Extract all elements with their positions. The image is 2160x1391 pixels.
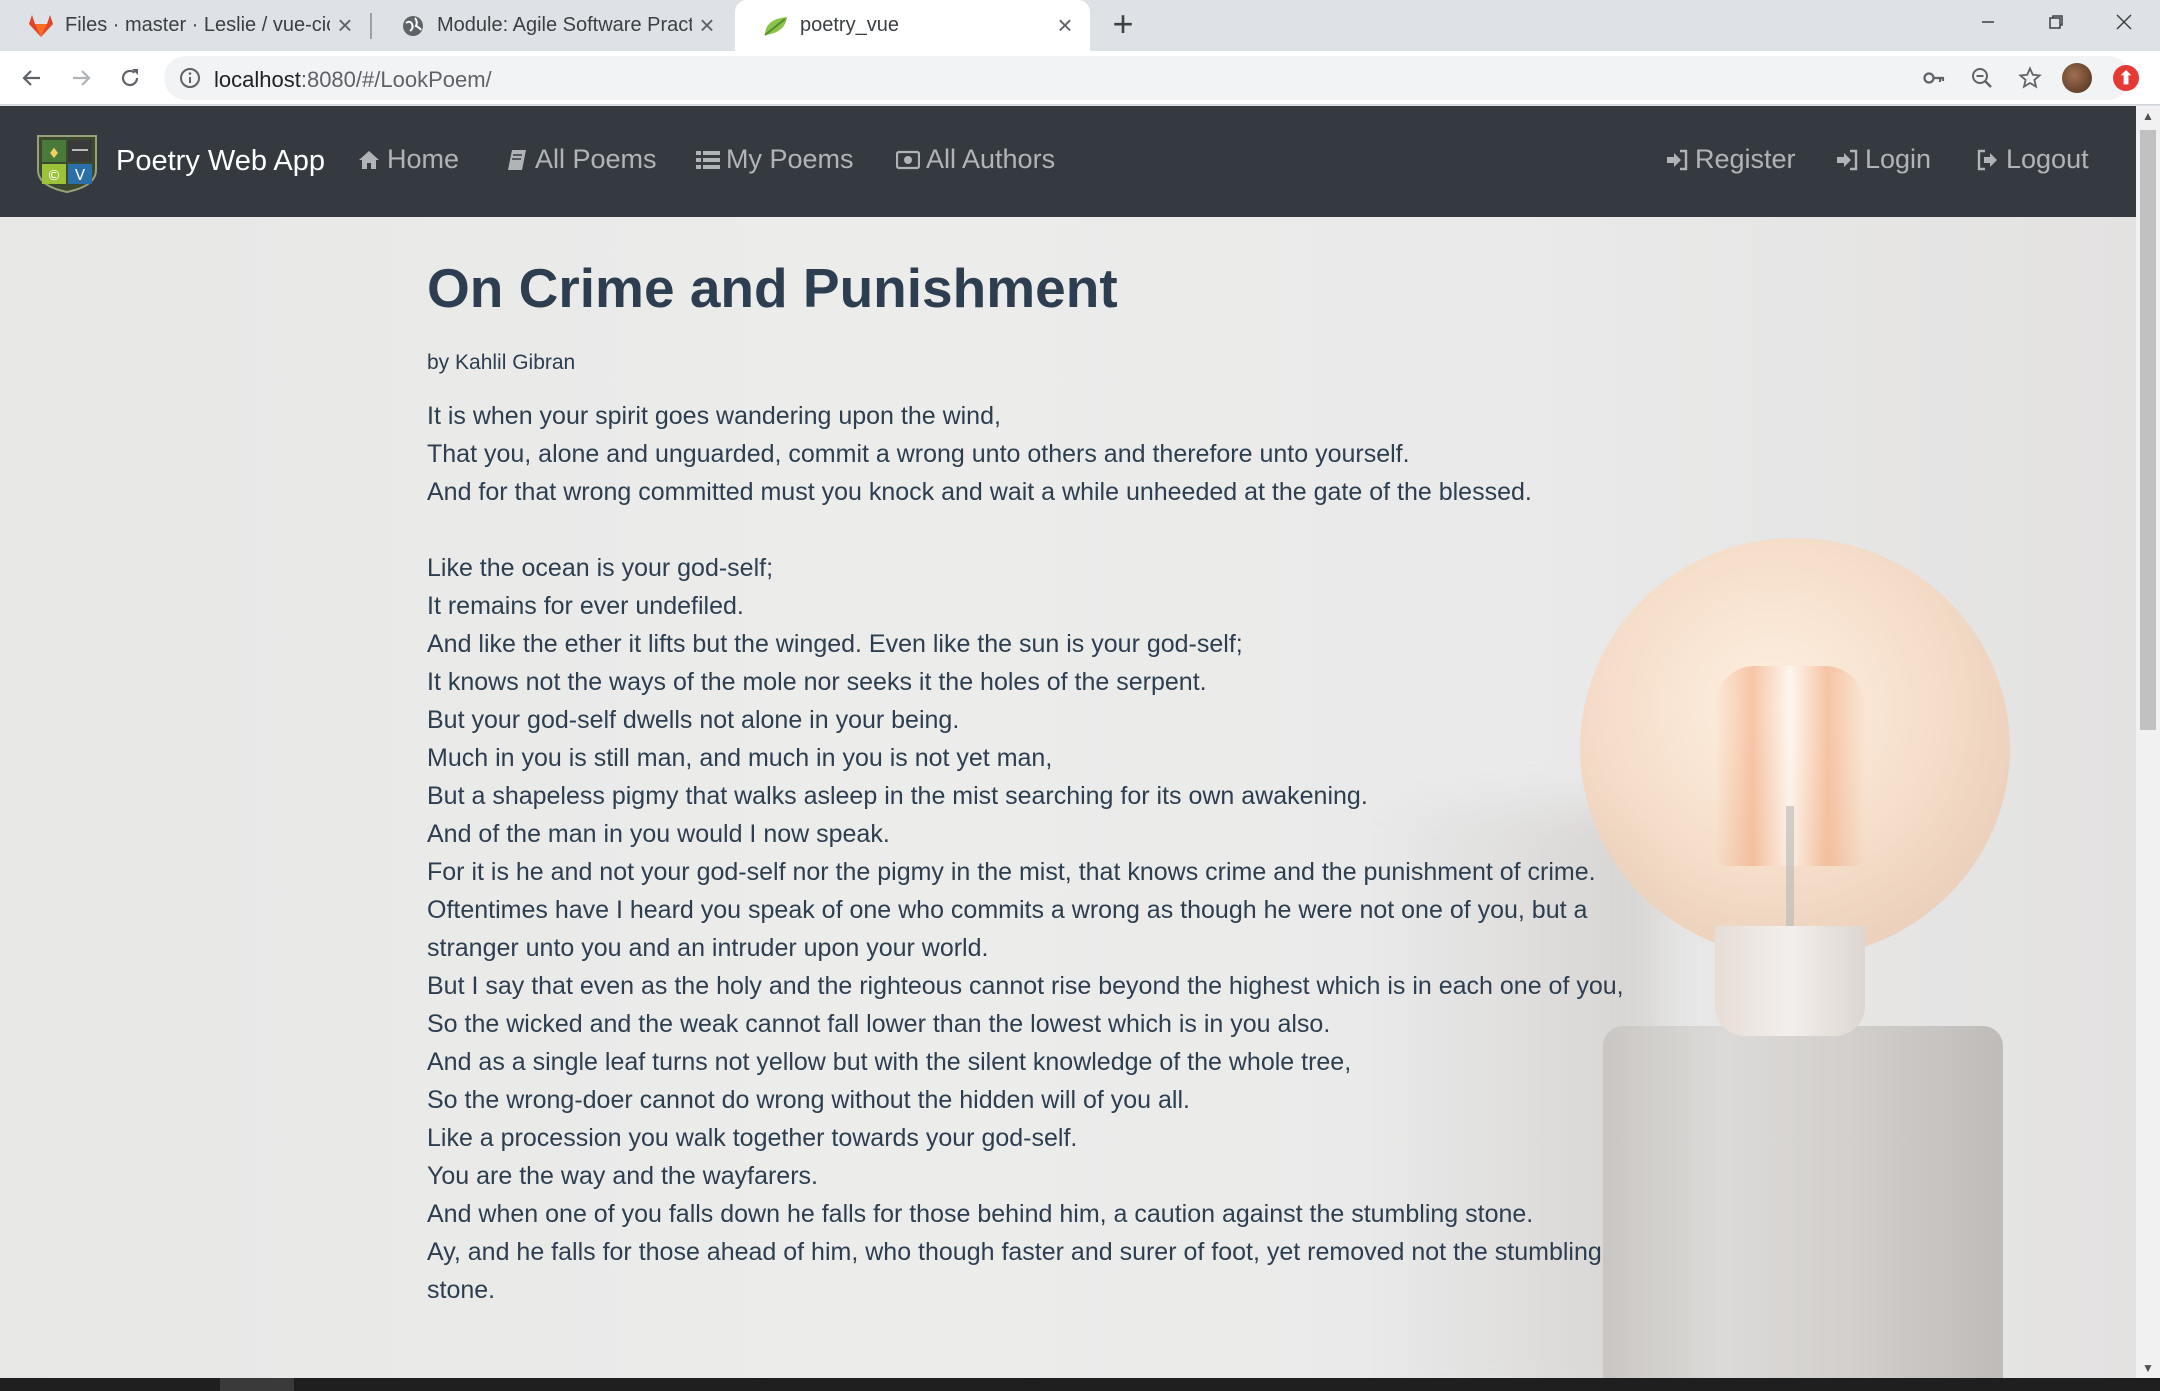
top-navbar: ♦ © V Poetry Web App Home All Poems My P…	[0, 106, 2136, 217]
scroll-up-icon[interactable]: ▲	[2136, 106, 2160, 126]
nav-link-register[interactable]: Register	[1665, 144, 1796, 175]
close-icon[interactable]: ×	[1050, 10, 1080, 41]
tab-title: poetry_vue	[800, 14, 899, 36]
browser-tab-module[interactable]: Module: Agile Software Practice ×	[372, 0, 732, 51]
tab-title: Module: Agile Software Practice	[437, 14, 692, 36]
poem-line: stone.	[427, 1276, 496, 1304]
back-icon[interactable]	[14, 60, 50, 96]
poem-line: But I say that even as the holy and the …	[427, 972, 1624, 1000]
poem-author: by Kahlil Gibran	[427, 351, 576, 374]
browser-tab-strip: Files · master · Leslie / vue-cicd × Mod…	[0, 0, 2160, 51]
nav-link-all-poems[interactable]: All Poems	[505, 144, 657, 175]
nav-link-label: My Poems	[726, 144, 854, 174]
nav-link-label: Login	[1865, 144, 1932, 174]
scrollbar-thumb[interactable]	[2140, 130, 2156, 730]
poem-line: stranger unto you and an intruder upon y…	[427, 934, 989, 962]
os-taskbar	[0, 1378, 2160, 1391]
poem-line: It is when your spirit goes wandering up…	[427, 402, 1001, 430]
svg-text:©: ©	[47, 168, 61, 184]
info-icon[interactable]	[178, 66, 202, 90]
nav-link-label: Home	[387, 144, 460, 174]
sign-in-icon	[1835, 148, 1859, 172]
window-close-icon[interactable]	[2090, 0, 2158, 44]
stanza-break	[427, 511, 1727, 549]
nav-link-login[interactable]: Login	[1835, 144, 1931, 175]
nav-link-my-poems[interactable]: My Poems	[696, 144, 854, 175]
profile-avatar[interactable]	[2062, 63, 2092, 93]
sign-out-icon	[1976, 148, 2000, 172]
nav-link-logout[interactable]: Logout	[1976, 144, 2089, 175]
poem-line: It remains for ever undefiled.	[427, 592, 744, 620]
nav-link-label: Logout	[2006, 144, 2089, 174]
poem-line: And of the man in you would I now speak.	[427, 820, 890, 848]
restore-icon[interactable]	[2022, 0, 2090, 44]
home-icon	[357, 148, 381, 172]
address-bar[interactable]: localhost:8080/#/LookPoem/	[164, 56, 2130, 100]
brand-logo[interactable]: ♦ © V	[34, 132, 100, 194]
tab-title: Files · master · Leslie / vue-cicd	[65, 14, 330, 36]
browser-tab-poetry[interactable]: poetry_vue ×	[735, 0, 1090, 51]
nav-link-home[interactable]: Home	[357, 144, 459, 175]
poem-line: That you, alone and unguarded, commit a …	[427, 440, 1410, 468]
page-scrollbar[interactable]: ▲ ▼	[2136, 106, 2160, 1378]
poem-line: And like the ether it lifts but the wing…	[427, 630, 1243, 658]
extension-icon[interactable]: ⬆	[2113, 65, 2139, 91]
nav-link-label: Register	[1695, 144, 1796, 174]
poem-line: But a shapeless pigmy that walks asleep …	[427, 782, 1368, 810]
poem-line: And as a single leaf turns not yellow bu…	[427, 1048, 1352, 1076]
zoom-icon[interactable]	[1970, 66, 1994, 90]
brand-name[interactable]: Poetry Web App	[116, 145, 325, 178]
id-card-icon	[896, 148, 920, 172]
list-icon	[696, 148, 720, 172]
minimize-icon[interactable]	[1954, 0, 2022, 44]
taskbar-app[interactable]	[220, 1378, 294, 1391]
nav-link-all-authors[interactable]: All Authors	[896, 144, 1055, 175]
url-path: :8080/#/LookPoem/	[300, 67, 492, 92]
poem-line: It knows not the ways of the mole nor se…	[427, 668, 1207, 696]
poem-line: Much in you is still man, and much in yo…	[427, 744, 1053, 772]
poem-body: It is when your spirit goes wandering up…	[427, 397, 1727, 1309]
url-host: localhost	[214, 67, 301, 92]
nav-link-label: All Authors	[926, 144, 1056, 174]
leaf-icon	[763, 13, 789, 39]
poem-line: Ay, and he falls for those ahead of him,…	[427, 1238, 1602, 1266]
poem-title: On Crime and Punishment	[427, 257, 1118, 319]
sign-in-icon	[1665, 148, 1689, 172]
new-tab-button[interactable]: +	[1105, 6, 1141, 43]
nav-link-label: All Poems	[535, 144, 657, 174]
poem-line: So the wicked and the weak cannot fall l…	[427, 1010, 1331, 1038]
poem-content: On Crime and Punishment by Kahlil Gibran…	[427, 256, 1727, 1309]
poem-line: Oftentimes have I heard you speak of one…	[427, 896, 1588, 924]
poem-line: And for that wrong committed must you kn…	[427, 478, 1532, 506]
poem-line: For it is he and not your god-self nor t…	[427, 858, 1596, 886]
key-icon[interactable]	[1922, 66, 1946, 90]
browser-tab-gitlab[interactable]: Files · master · Leslie / vue-cicd ×	[0, 0, 370, 51]
star-icon[interactable]	[2018, 66, 2042, 90]
poem-line: So the wrong-doer cannot do wrong withou…	[427, 1086, 1190, 1114]
poem-line: Like the ocean is your god-self;	[427, 554, 774, 582]
bulb-neck-image	[1715, 926, 1865, 1036]
close-icon[interactable]: ×	[330, 10, 360, 41]
svg-text:V: V	[75, 166, 86, 184]
scroll-down-icon[interactable]: ▼	[2136, 1358, 2160, 1378]
forward-icon[interactable]	[63, 60, 99, 96]
page-viewport: ♦ © V Poetry Web App Home All Poems My P…	[0, 106, 2136, 1378]
gitlab-icon	[28, 13, 54, 39]
url-text: localhost:8080/#/LookPoem/	[214, 67, 492, 93]
book-icon	[505, 148, 529, 172]
poem-line: And when one of you falls down he falls …	[427, 1200, 1534, 1228]
poem-line: But your god-self dwells not alone in yo…	[427, 706, 960, 734]
poem-line: You are the way and the wayfarers.	[427, 1162, 818, 1190]
globe-icon	[400, 13, 426, 39]
reload-icon[interactable]	[112, 60, 148, 96]
browser-toolbar: localhost:8080/#/LookPoem/ ⬆	[0, 51, 2160, 105]
close-icon[interactable]: ×	[692, 10, 722, 41]
svg-text:♦: ♦	[48, 146, 61, 162]
poem-line: Like a procession you walk together towa…	[427, 1124, 1078, 1152]
